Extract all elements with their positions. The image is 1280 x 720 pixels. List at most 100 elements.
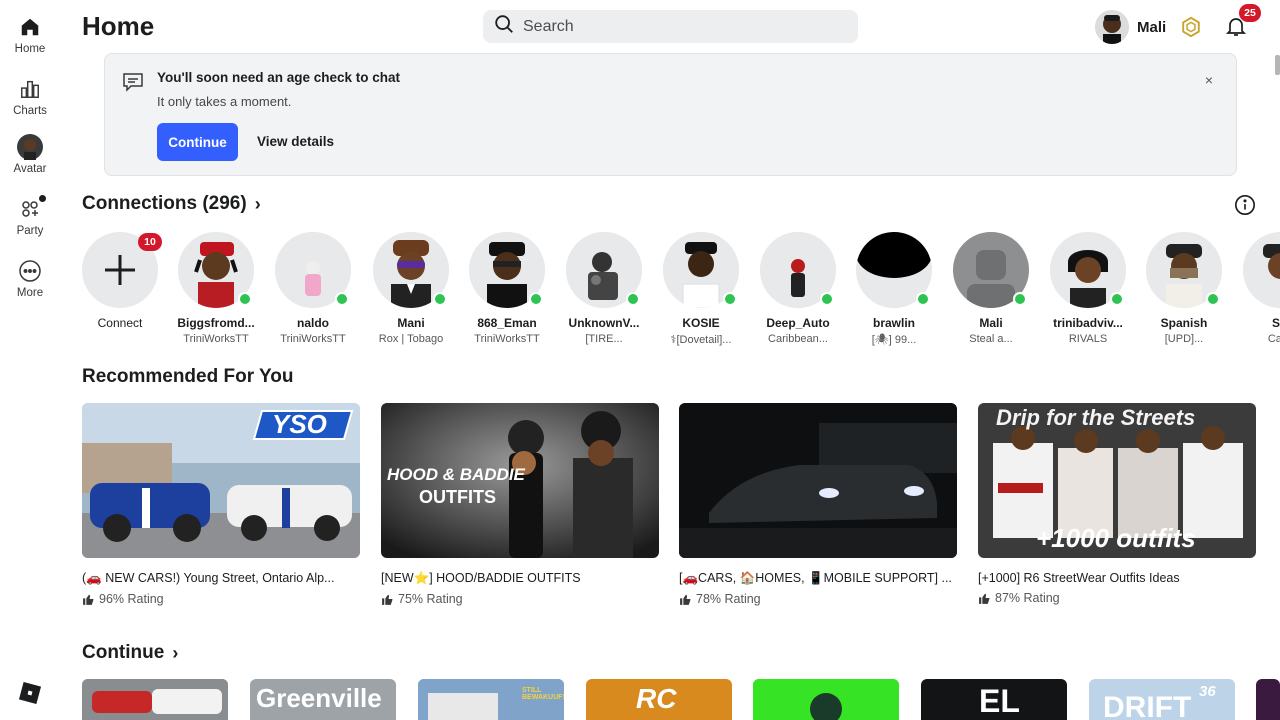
connection-name: naldo	[297, 316, 329, 330]
connection-name: UnknownV...	[568, 316, 640, 330]
connection-item[interactable]: Deep_Auto Caribbean...	[750, 232, 846, 345]
rating-value: 87% Rating	[995, 591, 1060, 605]
connection-name: Biggsfromd...	[177, 316, 255, 330]
connection-name: Mani	[397, 316, 425, 330]
thumbnail-text: HOOD & BADDIE	[387, 465, 525, 484]
plus-icon	[105, 255, 135, 285]
connect-label: Connect	[97, 316, 143, 330]
avatar-icon	[17, 134, 43, 160]
connection-item[interactable]: KOSIE ⚕[Dovetail]...	[653, 232, 749, 346]
avatar	[1095, 10, 1129, 44]
continue-tile[interactable]	[1256, 679, 1280, 720]
game-title: (🚗 NEW CARS!) Young Street, Ontario Alp.…	[82, 571, 335, 585]
connection-status: RIVALS	[1068, 333, 1108, 345]
nav-home-label: Home	[14, 43, 46, 55]
continue-button[interactable]: Continue	[157, 123, 238, 161]
page-scrollbar[interactable]	[1275, 55, 1280, 75]
game-rating: 96% Rating	[82, 592, 360, 606]
thumbnail-text: Drip for the Streets	[996, 405, 1196, 430]
game-thumbnail	[679, 403, 957, 558]
page-title: Home	[82, 11, 155, 41]
party-dot	[39, 195, 46, 202]
nav-home[interactable]: Home	[0, 14, 60, 55]
tile-text: STILL BEWAKUUFS	[522, 687, 564, 701]
game-thumbnail: Drip for the Streets +1000 outfits	[978, 403, 1256, 558]
connection-item[interactable]: 868_Eman TriniWorksTT	[459, 232, 555, 345]
connection-status: Carib	[1267, 333, 1280, 345]
nav-more[interactable]: More	[0, 258, 60, 299]
continue-tile[interactable]: RC	[586, 679, 732, 720]
connection-name: Deep_Auto	[766, 316, 830, 330]
more-icon	[17, 258, 43, 284]
tile-text: DRIFT	[1103, 691, 1192, 720]
connection-item[interactable]: Mani Rox | Tobago	[363, 232, 459, 345]
game-title: [NEW⭐] HOOD/BADDIE OUTFITS	[381, 571, 581, 585]
view-details-button[interactable]: View details	[257, 134, 334, 149]
nav-party[interactable]: Party	[0, 195, 60, 237]
game-card[interactable]: Drip for the Streets +1000 outfits [+100…	[978, 403, 1256, 605]
connection-status: TriniWorksTT	[183, 333, 249, 345]
search-bar[interactable]	[483, 10, 858, 43]
game-card[interactable]: [🚗CARS, 🏠HOMES, 📱MOBILE SUPPORT] ... 78%…	[679, 403, 957, 606]
close-icon[interactable]: ×	[1201, 72, 1217, 88]
continue-header[interactable]: Continue ›	[82, 642, 178, 664]
thumbnail-text: OUTFITS	[419, 487, 496, 507]
thumbs-up-icon	[381, 593, 394, 606]
thumbnail-text: +1000 outfits	[1036, 523, 1196, 553]
thumbs-up-icon	[978, 592, 991, 605]
continue-tile[interactable]: EL	[921, 679, 1067, 720]
rating-value: 96% Rating	[99, 592, 164, 606]
connection-status: Caribbean...	[768, 333, 828, 345]
connections-header[interactable]: Connections (296) ›	[82, 193, 261, 215]
game-card[interactable]: YSO (🚗 NEW CARS!) Young Street, Ontario …	[82, 403, 360, 606]
connection-item[interactable]: Biggsfromd... TriniWorksTT	[168, 232, 264, 345]
banner-title: You'll soon need an age check to chat	[157, 70, 401, 85]
game-rating: 78% Rating	[679, 592, 957, 606]
online-indicator	[1013, 292, 1027, 306]
online-indicator	[916, 292, 930, 306]
home-icon	[17, 14, 43, 40]
connect-circle: 10	[82, 232, 162, 308]
tile-text: Greenville	[256, 683, 382, 713]
nav-party-label: Party	[16, 225, 44, 237]
game-card[interactable]: HOOD & BADDIE OUTFITS [NEW⭐] HOOD/BADDIE…	[381, 403, 659, 606]
game-rating: 87% Rating	[978, 591, 1256, 605]
connection-item[interactable]: UnknownV... [TIRE...	[556, 232, 652, 345]
connection-item[interactable]: Spanish [UPD]...	[1136, 232, 1232, 345]
connection-name: SM	[1272, 316, 1280, 330]
rating-value: 75% Rating	[398, 592, 463, 606]
roblox-logo-icon[interactable]	[18, 681, 42, 705]
info-icon[interactable]	[1234, 194, 1256, 216]
connection-item[interactable]: SM Carib	[1233, 232, 1280, 345]
nav-charts[interactable]: Charts	[0, 76, 60, 117]
connection-item[interactable]: trinibadviv... RIVALS	[1040, 232, 1136, 345]
online-indicator	[335, 292, 349, 306]
connection-item[interactable]: brawlin [🕷] 99...	[846, 232, 942, 346]
continue-tile[interactable]: DRIFT 36	[1089, 679, 1235, 720]
connection-name: 868_Eman	[477, 316, 537, 330]
thumbnail-text: YSO	[272, 409, 327, 439]
continue-tile[interactable]	[753, 679, 899, 720]
connection-status: Steal a...	[969, 333, 1013, 345]
online-indicator	[529, 292, 543, 306]
nav-more-label: More	[16, 287, 44, 299]
continue-tile[interactable]	[82, 679, 228, 720]
robux-icon[interactable]	[1180, 16, 1202, 38]
recommended-header: Recommended For You	[82, 366, 294, 388]
online-indicator	[238, 292, 252, 306]
continue-tile[interactable]: STILL BEWAKUUFS	[418, 679, 564, 720]
continue-tile[interactable]: Greenville	[250, 679, 396, 720]
online-indicator	[723, 292, 737, 306]
connection-item[interactable]: naldo TriniWorksTT	[265, 232, 361, 345]
thumbs-up-icon	[679, 593, 692, 606]
game-thumbnail: YSO	[82, 403, 360, 558]
profile-button[interactable]: Mali	[1095, 10, 1166, 44]
banner-subtitle: It only takes a moment.	[157, 94, 292, 109]
connect-button[interactable]: 10 Connect	[72, 232, 168, 330]
chevron-right-icon: ›	[172, 642, 179, 663]
connection-item[interactable]: Mali Steal a...	[943, 232, 1039, 345]
continue-title: Continue	[82, 642, 165, 663]
nav-avatar[interactable]: Avatar	[0, 134, 60, 175]
search-input[interactable]	[523, 17, 843, 36]
connection-status: [UPD]...	[1164, 333, 1204, 345]
